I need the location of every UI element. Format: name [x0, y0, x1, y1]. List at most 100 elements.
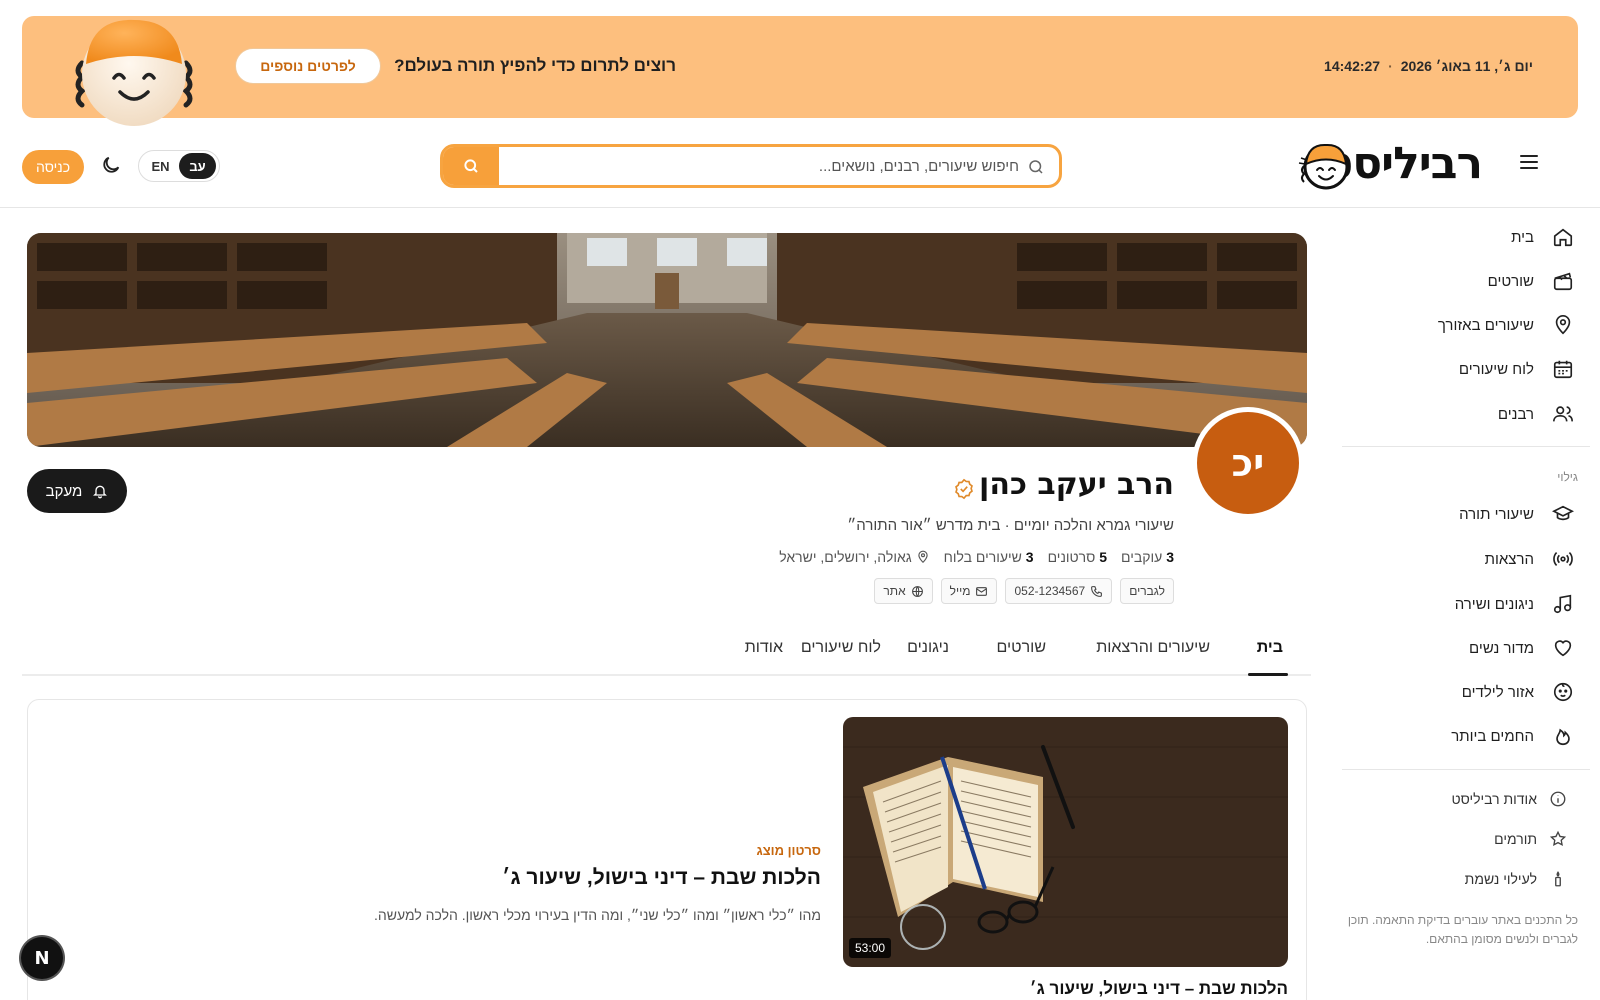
star-icon [1549, 830, 1567, 847]
audience-chip: לגברים [1120, 578, 1174, 604]
donation-banner: יום ג׳, 11 באוג׳ 2026 · 14:42:27 רוצים ל… [22, 16, 1578, 126]
sidebar-item-lectures[interactable]: הרצאות [1485, 543, 1574, 575]
profile-stats: 3 עוקבים 5 סרטונים 3 שיעורים בלוח גאולה,… [779, 549, 1174, 565]
phone-icon [1091, 585, 1103, 597]
graduation-cap-icon [1552, 505, 1574, 521]
profile-tabs: בית שיעורים והרצאות שורטים ניגונים לוח ש… [22, 630, 1311, 676]
sidebar-item-label: מדור נשים [1469, 639, 1534, 657]
clapperboard-icon [1553, 272, 1573, 291]
sidebar-item-label: אזור לילדים [1461, 683, 1534, 701]
calendar-icon [1553, 360, 1573, 379]
top-header: רביליסט EN עב כניסה [0, 124, 1600, 208]
logo-face-icon [1298, 143, 1349, 190]
sidebar-item-label: לוח שיעורים [1458, 360, 1534, 378]
search-input[interactable] [519, 147, 1019, 185]
sidebar-item-label: לעילוי נשמת [1464, 871, 1537, 887]
search-button[interactable] [443, 147, 499, 185]
stat-location: גאולה, ירושלים, ישראל [779, 549, 929, 565]
banner-question: רוצים לתרום כדי להפיץ תורה בעולם? [394, 56, 676, 75]
sidebar-item-donors[interactable]: תורמים [1494, 823, 1567, 855]
sidebar-item-label: תורמים [1494, 831, 1537, 847]
banner-datetime: יום ג׳, 11 באוג׳ 2026 · 14:42:27 [1324, 58, 1533, 74]
lang-en-option[interactable]: EN [142, 153, 179, 179]
details-button[interactable]: לפרטים נוספים [235, 48, 381, 84]
moon-icon[interactable] [100, 154, 122, 176]
sidebar-item-calendar[interactable]: לוח שיעורים [1459, 353, 1574, 385]
featured-kicker: סרטון מוצג [756, 843, 821, 858]
banner-time: 14:42:27 [1324, 58, 1381, 74]
sidebar-item-women[interactable]: מדור נשים [1469, 632, 1574, 664]
phone-chip[interactable]: 052-1234567 [1005, 578, 1113, 604]
verified-icon [955, 478, 973, 500]
sidebar-item-rabbis[interactable]: רבנים [1498, 398, 1574, 430]
tab-shorts[interactable]: שורטים [996, 639, 1046, 657]
content-note: כל התכנים באתר עוברים בדיקת התאמה. תוכן … [1347, 913, 1578, 946]
sidebar-item-label: שורטים [1487, 272, 1534, 290]
sidebar-item-torah-lessons[interactable]: שיעורי תורה [1459, 498, 1574, 530]
email-chip[interactable]: מייל [940, 578, 998, 604]
sidebar: בית שורטים שיעורים באזורך לוח שיעורים רב… [1310, 208, 1600, 1000]
dev-badge[interactable]: N [21, 937, 63, 979]
location-icon [918, 550, 928, 564]
sidebar-item-shorts[interactable]: שורטים [1488, 265, 1574, 297]
video-caption-title[interactable]: הלכות שבת – דיני בישול, שיעור ג׳ [1030, 979, 1288, 999]
sidebar-item-nearby[interactable]: שיעורים באזורך [1438, 309, 1574, 341]
sidebar-item-trending[interactable]: החמים ביותר [1451, 720, 1574, 752]
search-icon [1029, 160, 1043, 174]
profile-chips: לגברים 052-1234567 מייל אתר [874, 578, 1174, 604]
cover-image [27, 233, 1307, 447]
info-icon [1550, 791, 1566, 807]
sidebar-item-home[interactable]: בית [1511, 221, 1574, 253]
tab-about[interactable]: אודות [745, 639, 783, 657]
website-chip[interactable]: אתר [874, 578, 933, 604]
language-toggle[interactable]: EN עב [138, 150, 220, 182]
sidebar-item-label: אודות רביליסט [1451, 791, 1537, 807]
sidebar-item-label: רבנים [1497, 405, 1534, 423]
sidebar-divider [1342, 446, 1590, 447]
discover-heading: גילוי [1557, 470, 1578, 484]
sidebar-item-label: החמים ביותר [1451, 727, 1534, 745]
date-separator: · [1388, 58, 1393, 74]
sidebar-item-label: שיעורים באזורך [1437, 316, 1534, 334]
heart-icon [1554, 640, 1572, 657]
profile-subtitle: שיעורי גמרא והלכה יומיים · בית מדרש ״אור… [847, 517, 1174, 534]
tab-lessons[interactable]: שיעורים והרצאות [1096, 639, 1210, 657]
video-duration: 53:00 [849, 938, 892, 958]
lang-he-option[interactable]: עב [179, 153, 216, 179]
sidebar-item-label: ניגונים ושירה [1454, 595, 1534, 613]
stat-lessons: 3 שיעורים בלוח [943, 549, 1034, 565]
search-bar [440, 144, 1062, 188]
featured-title[interactable]: הלכות שבת – דיני בישול, שיעור ג׳ [502, 866, 821, 890]
profile-name: הרב יעקב כהן [979, 467, 1174, 502]
follow-button[interactable]: מעקב [27, 469, 127, 513]
menu-icon[interactable] [1520, 155, 1538, 169]
profile-avatar: יכ [1192, 407, 1304, 519]
sidebar-item-label: בית [1511, 228, 1534, 246]
users-icon [1553, 406, 1573, 422]
featured-description: מהו ״כלי ראשון״ ומהו ״כלי שני״, ומה הדין… [373, 907, 821, 923]
sidebar-item-memorial[interactable]: לעילוי נשמת [1465, 863, 1567, 895]
active-tab-indicator [1248, 673, 1288, 676]
sidebar-item-label: שיעורי תורה [1459, 505, 1534, 523]
home-icon [1553, 228, 1573, 247]
flame-icon [1556, 728, 1570, 746]
broadcast-icon [1553, 552, 1573, 566]
stat-videos: 5 סרטונים [1047, 549, 1108, 565]
login-button[interactable]: כניסה [22, 150, 84, 184]
mascot-icon [75, 19, 193, 126]
bell-icon [93, 485, 108, 499]
featured-thumbnail[interactable] [843, 717, 1288, 967]
sidebar-item-about[interactable]: אודות רביליסט [1451, 783, 1567, 815]
tab-home[interactable]: בית [1257, 639, 1283, 657]
sidebar-item-label: הרצאות [1484, 550, 1534, 568]
sidebar-item-music[interactable]: ניגונים ושירה [1455, 588, 1574, 620]
search-submit-icon [464, 159, 478, 173]
mail-icon [976, 586, 988, 596]
tab-schedule[interactable]: לוח שיעורים [801, 639, 881, 657]
tab-music[interactable]: ניגונים [907, 639, 949, 657]
music-icon [1553, 594, 1572, 614]
candle-icon [1555, 871, 1561, 887]
map-pin-icon [1555, 315, 1571, 335]
sidebar-divider [1342, 769, 1590, 770]
sidebar-item-kids[interactable]: אזור לילדים [1462, 676, 1574, 708]
